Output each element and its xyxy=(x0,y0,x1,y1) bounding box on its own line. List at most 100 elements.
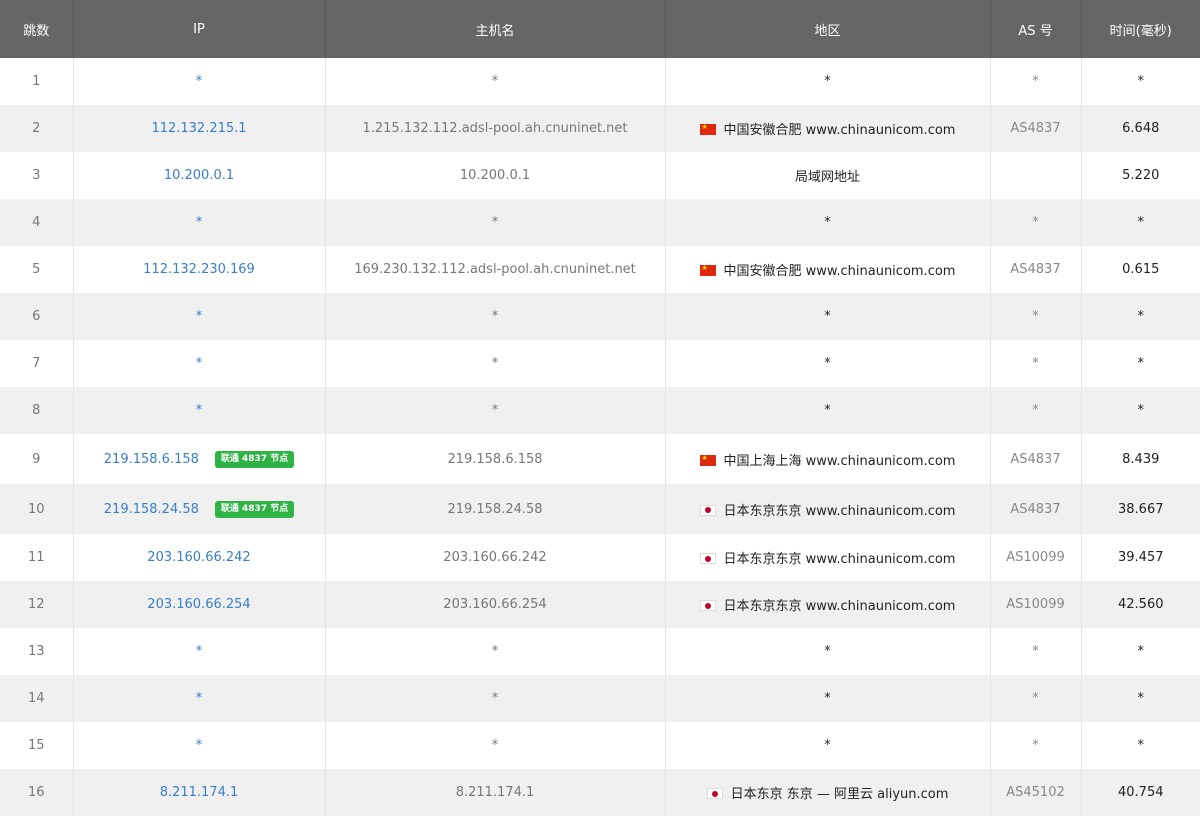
hostname-cell: * xyxy=(325,58,666,105)
ip-link[interactable]: 219.158.24.58 xyxy=(104,502,199,517)
ip-link[interactable]: 112.132.215.1 xyxy=(151,121,246,136)
ip-link: * xyxy=(195,309,203,324)
ip-wrap: * xyxy=(196,644,203,659)
table-row: 4 * * * * * xyxy=(0,199,1200,246)
latency-cell: * xyxy=(1137,215,1145,230)
ip-link[interactable]: 10.200.0.1 xyxy=(164,168,234,183)
ip-link[interactable]: 8.211.174.1 xyxy=(160,785,239,800)
region-cell: * xyxy=(665,293,991,340)
hop-cell: 15 xyxy=(0,722,74,769)
table-row: 12 203.160.66.254 203.160.66.254 日本东京东京 www… xyxy=(0,581,1200,628)
latency-cell: 38.667 xyxy=(1118,501,1164,517)
region-cell: * xyxy=(665,628,991,675)
latency-cell: * xyxy=(1137,738,1145,753)
region-text: 局域网地址 xyxy=(794,170,860,185)
hop-cell: 13 xyxy=(0,628,74,675)
hop-cell: 1 xyxy=(0,58,74,105)
hop-cell: 4 xyxy=(0,199,74,246)
latency-cell: 40.754 xyxy=(1118,785,1164,800)
hop-cell: 10 xyxy=(0,484,74,534)
region-text: * xyxy=(824,738,831,753)
header-as: AS 号 xyxy=(990,0,1082,58)
as-number-cell: * xyxy=(990,675,1082,722)
ip-link[interactable]: 203.160.66.254 xyxy=(147,597,250,612)
as-number-cell: * xyxy=(990,387,1082,434)
latency-cell: * xyxy=(1137,644,1145,659)
ip-wrap: * xyxy=(196,738,203,753)
ip-link: * xyxy=(195,738,203,753)
table-row: 6 * * * * * xyxy=(0,293,1200,340)
hostname-cell: * xyxy=(325,675,666,722)
ip-wrap: * xyxy=(196,691,203,706)
hostname-cell: * xyxy=(325,340,666,387)
ip-wrap: 112.132.230.169 xyxy=(143,262,255,277)
ip-wrap: * xyxy=(196,403,203,418)
ip-link: * xyxy=(195,691,203,706)
hop-cell: 14 xyxy=(0,675,74,722)
ip-wrap: 203.160.66.254 xyxy=(147,597,250,612)
header-hop: 跳数 xyxy=(0,0,74,58)
hostname-cell: * xyxy=(325,628,666,675)
japan-flag-icon xyxy=(699,553,716,564)
region-cell: 中国安徽合肥 www.chinaunicom.com xyxy=(665,246,991,293)
region-text: 中国安徽合肥 www.chinaunicom.com xyxy=(723,264,956,279)
hostname-cell: * xyxy=(325,387,666,434)
ip-cell: * xyxy=(73,722,326,769)
ip-cell: 219.158.24.58 联通 4837 节点 xyxy=(73,484,326,534)
node-badge: 联通 4837 节点 xyxy=(214,500,295,518)
region-text: * xyxy=(824,403,831,418)
ip-cell: 8.211.174.1 xyxy=(73,769,326,816)
ip-cell: * xyxy=(73,58,326,105)
hostname-cell: 1.215.132.112.adsl-pool.ah.cnuninet.net xyxy=(325,105,666,152)
ip-wrap: * xyxy=(196,309,203,324)
header-time: 时间(毫秒) xyxy=(1109,23,1172,39)
as-number-cell xyxy=(990,152,1082,199)
china-flag-icon xyxy=(699,453,716,466)
as-number-cell: AS10099 xyxy=(990,581,1082,628)
latency-cell: * xyxy=(1137,309,1145,324)
ip-wrap: 219.158.6.158 联通 4837 节点 xyxy=(104,450,295,468)
hostname-cell: 219.158.6.158 xyxy=(325,434,666,484)
hostname-cell: * xyxy=(325,293,666,340)
region-cell: * xyxy=(665,199,991,246)
ip-cell: * xyxy=(73,340,326,387)
region-cell: 日本东京 东京 — 阿里云 aliyun.com xyxy=(665,769,991,816)
region-cell: 日本东京东京 www.chinaunicom.com xyxy=(665,484,991,534)
hop-cell: 12 xyxy=(0,581,74,628)
ip-link: * xyxy=(195,74,203,89)
region-cell: * xyxy=(665,340,991,387)
header-region: 地区 xyxy=(665,0,991,58)
latency-cell: 5.220 xyxy=(1122,168,1160,183)
table-row: 15 * * * * * xyxy=(0,722,1200,769)
region-cell: * xyxy=(665,722,991,769)
ip-cell: 219.158.6.158 联通 4837 节点 xyxy=(73,434,326,484)
region-text: 日本东京东京 www.chinaunicom.com xyxy=(723,503,956,519)
hostname-cell: * xyxy=(325,722,666,769)
table-row: 16 8.211.174.1 8.211.174.1 日本东京 东京 — 阿里云 al… xyxy=(0,769,1200,816)
hop-cell: 5 xyxy=(0,246,74,293)
as-number-cell: AS4837 xyxy=(990,484,1082,534)
ip-link[interactable]: 219.158.6.158 xyxy=(104,452,199,467)
table-row: 2 112.132.215.1 1.215.132.112.adsl-pool.ah… xyxy=(0,105,1200,152)
ip-link[interactable]: 112.132.230.169 xyxy=(143,262,255,277)
latency-cell: 8.439 xyxy=(1122,451,1160,467)
ip-cell: * xyxy=(73,675,326,722)
china-flag-icon xyxy=(699,122,716,135)
ip-cell: 203.160.66.254 xyxy=(73,581,326,628)
ip-cell: 112.132.215.1 xyxy=(73,105,326,152)
ip-cell: * xyxy=(73,387,326,434)
region-cell: 日本东京东京 www.chinaunicom.com xyxy=(665,581,991,628)
ip-link[interactable]: 203.160.66.242 xyxy=(147,550,250,565)
region-text: 日本东京东京 www.chinaunicom.com xyxy=(723,552,956,567)
ip-wrap: * xyxy=(196,215,203,230)
latency-cell: 39.457 xyxy=(1118,550,1164,565)
ip-link: * xyxy=(195,644,203,659)
hop-cell: 3 xyxy=(0,152,74,199)
region-cell: 中国安徽合肥 www.chinaunicom.com xyxy=(665,105,991,152)
japan-flag-icon xyxy=(699,504,716,516)
hop-cell: 8 xyxy=(0,387,74,434)
china-flag-icon xyxy=(699,263,716,276)
region-text: * xyxy=(824,74,831,89)
ip-cell: * xyxy=(73,628,326,675)
table-body: 1 * * * * * 2 112.132.215.1 1.215.132.112.adsl-p… xyxy=(0,58,1200,816)
